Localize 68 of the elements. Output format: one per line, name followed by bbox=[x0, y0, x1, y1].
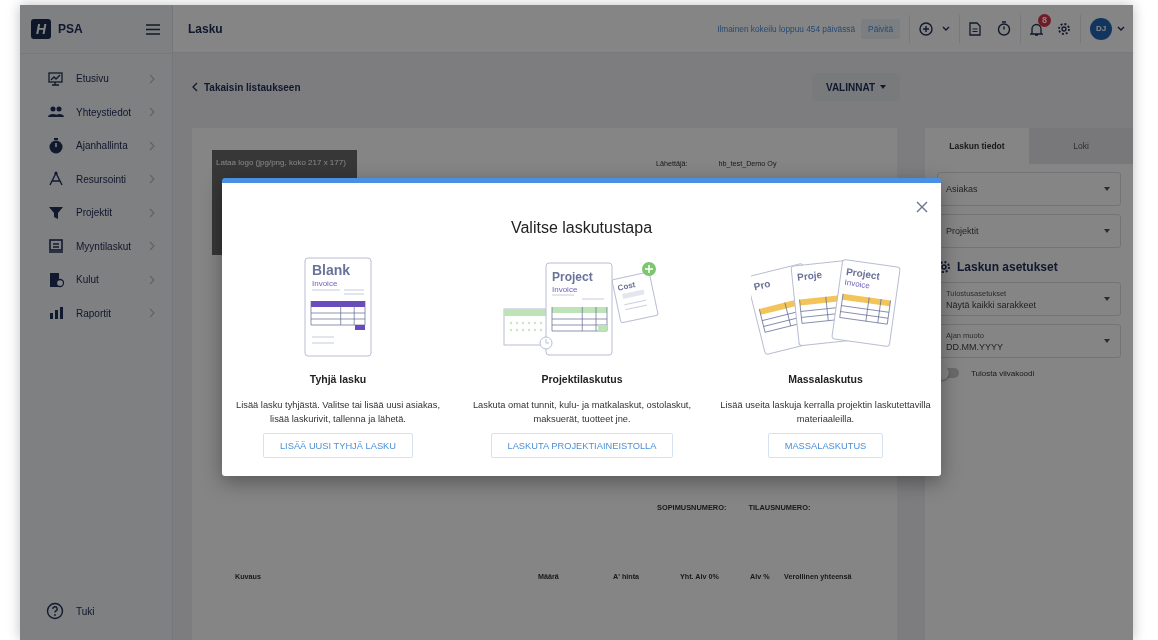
plus-circle-icon[interactable] bbox=[919, 21, 933, 36]
caret-icon bbox=[1104, 187, 1110, 191]
chevron-left-icon bbox=[192, 82, 198, 92]
option-button[interactable]: MASSALASKUTUS bbox=[767, 433, 884, 458]
option-button[interactable]: LISÄÄ UUSI TYHJÄ LASKU bbox=[262, 433, 414, 458]
modal-title: Valitse laskutustapa bbox=[509, 219, 654, 237]
field-value: Näytä kaikki sarakkeet bbox=[946, 299, 1037, 310]
illustration-label: Invoice bbox=[552, 285, 578, 294]
sidebar-item[interactable]: Raportit bbox=[20, 296, 172, 330]
sidebar-item[interactable]: Ajanhallinta bbox=[20, 129, 172, 163]
logo-mark: H bbox=[31, 19, 51, 39]
upgrade-button[interactable]: Päivitä bbox=[861, 18, 900, 39]
help-link[interactable]: Tuki bbox=[76, 605, 95, 617]
close-icon bbox=[916, 201, 928, 213]
section-heading: Laskun asetukset bbox=[957, 260, 1058, 274]
chevron-right-icon bbox=[149, 140, 155, 151]
options-dropdown[interactable]: VALINNAT bbox=[812, 73, 900, 101]
sidebar-item[interactable]: Yhteystiedot bbox=[20, 95, 172, 129]
option-description: Lisää lasku tyhjästä. Valitse tai lisää uusi asiakas, lisää laskurivit, tallenna ja lähetä. bbox=[235, 399, 441, 426]
sidebar-item[interactable]: Etusivu bbox=[20, 62, 172, 96]
caret-icon bbox=[880, 85, 887, 89]
caret-icon bbox=[1104, 297, 1110, 301]
app-name: PSA bbox=[58, 22, 83, 36]
chevron-right-icon bbox=[149, 73, 155, 84]
trial-notice: Ilmainen kokeilu loppuu 454 päivässä bbox=[717, 23, 856, 34]
option-button[interactable]: LASKUTA PROJEKTIAINEISTOLLA bbox=[490, 433, 674, 458]
sidebar-item[interactable]: Kulut bbox=[20, 263, 172, 297]
option-description: Lisää useita laskuja kerralla projektin laskutettavilla materiaaleilla. bbox=[719, 399, 932, 426]
sidebar-item[interactable]: Projektit bbox=[20, 196, 172, 230]
help-icon[interactable] bbox=[46, 602, 64, 620]
illustration-label: Project bbox=[552, 270, 593, 284]
user-avatar[interactable]: DJ bbox=[1090, 17, 1112, 40]
option-title: Tyhjä lasku bbox=[309, 373, 367, 385]
settings-icon[interactable] bbox=[1057, 21, 1071, 36]
chevron-right-icon bbox=[149, 207, 155, 218]
illustration-label: Proje bbox=[796, 269, 823, 283]
chevron-down-icon[interactable] bbox=[1117, 25, 1125, 32]
monitor-icon bbox=[47, 237, 65, 256]
caret-icon bbox=[1104, 229, 1110, 233]
menu-icon[interactable] bbox=[146, 23, 160, 35]
chevron-down-icon[interactable] bbox=[942, 25, 950, 32]
chevron-right-icon bbox=[149, 174, 155, 185]
illustration-label: Invoice bbox=[312, 279, 338, 288]
chevron-right-icon bbox=[149, 274, 155, 285]
caret-icon bbox=[1104, 339, 1110, 343]
illustration-label: Pro bbox=[752, 277, 771, 293]
chevron-right-icon bbox=[149, 308, 155, 319]
back-link[interactable]: Takaisin listaukseen bbox=[192, 81, 301, 93]
illustration-label: Cost bbox=[616, 280, 637, 293]
chevron-right-icon bbox=[149, 107, 155, 118]
notification-badge: 8 bbox=[1038, 13, 1051, 27]
toggle-label: Tulosta viivakoodi bbox=[971, 368, 1035, 378]
page-title: Lasku bbox=[188, 21, 223, 36]
sidebar-item[interactable]: Resursointi bbox=[20, 162, 172, 196]
stopwatch-icon bbox=[47, 136, 65, 155]
illustration-label: Blank bbox=[312, 262, 351, 278]
bell-icon[interactable] bbox=[1030, 21, 1043, 36]
document-icon[interactable] bbox=[969, 21, 981, 36]
chart-icon bbox=[47, 69, 65, 88]
close-button[interactable] bbox=[916, 201, 928, 213]
option-title: Massalaskutus bbox=[788, 373, 863, 385]
sidebar-item[interactable]: Myyntilaskut bbox=[20, 229, 172, 263]
timer-icon[interactable] bbox=[997, 21, 1011, 36]
option-title: Projektilaskutus bbox=[541, 373, 623, 385]
panel-tab[interactable]: Loki bbox=[1029, 128, 1133, 164]
field-value: DD.MM.YYYY bbox=[946, 341, 1003, 352]
option-description: Laskuta omat tunnit, kulu- ja matkalaskut, ostolaskut, maksuerät, tuotteet jne. bbox=[471, 399, 693, 426]
chevron-right-icon bbox=[149, 241, 155, 252]
